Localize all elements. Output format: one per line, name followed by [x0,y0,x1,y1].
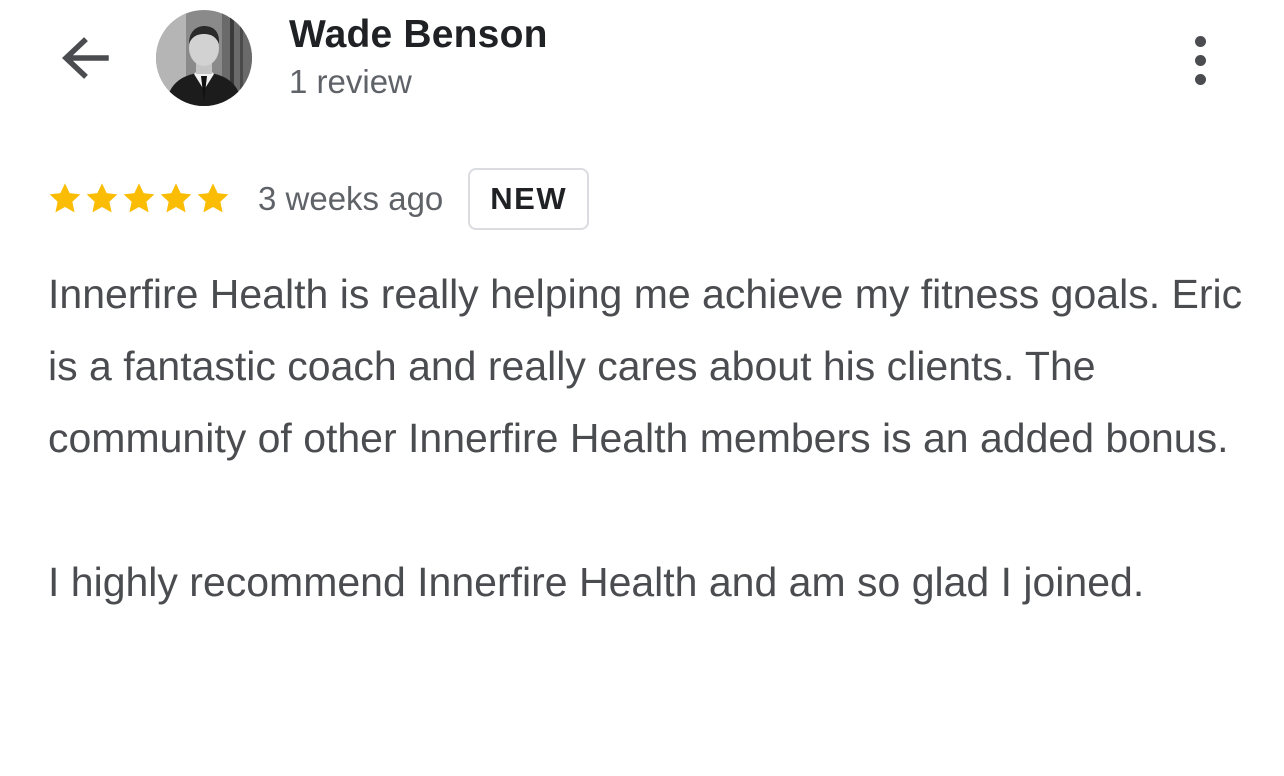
review-count[interactable]: 1 review [289,63,412,101]
star-icon [123,183,155,213]
more-options-button[interactable] [1178,30,1222,90]
review-paragraph: Innerfire Health is really helping me ac… [48,271,1243,461]
star-icon [86,183,118,213]
new-badge: NEW [468,168,590,230]
star-rating [47,181,231,217]
more-vertical-icon-dot [1194,54,1206,66]
star-icon [160,183,192,213]
back-button[interactable] [54,30,114,86]
review-timestamp: 3 weeks ago [258,180,444,217]
review-text: Innerfire Health is really helping me ac… [48,258,1248,618]
review-page: Wade Benson 1 review 3 weeks ago NEW Inn… [0,0,1284,776]
arrow-left-icon [61,37,109,79]
more-vertical-icon-dot [1194,73,1206,85]
avatar[interactable] [156,10,252,106]
profile-photo [156,10,252,106]
star-icon [197,183,229,213]
star-icon [49,183,81,213]
rating-row: 3 weeks ago NEW [47,166,590,232]
more-vertical-icon [1194,35,1206,47]
author-name[interactable]: Wade Benson [289,13,548,57]
review-paragraph: I highly recommend Innerfire Health and … [48,559,1145,605]
